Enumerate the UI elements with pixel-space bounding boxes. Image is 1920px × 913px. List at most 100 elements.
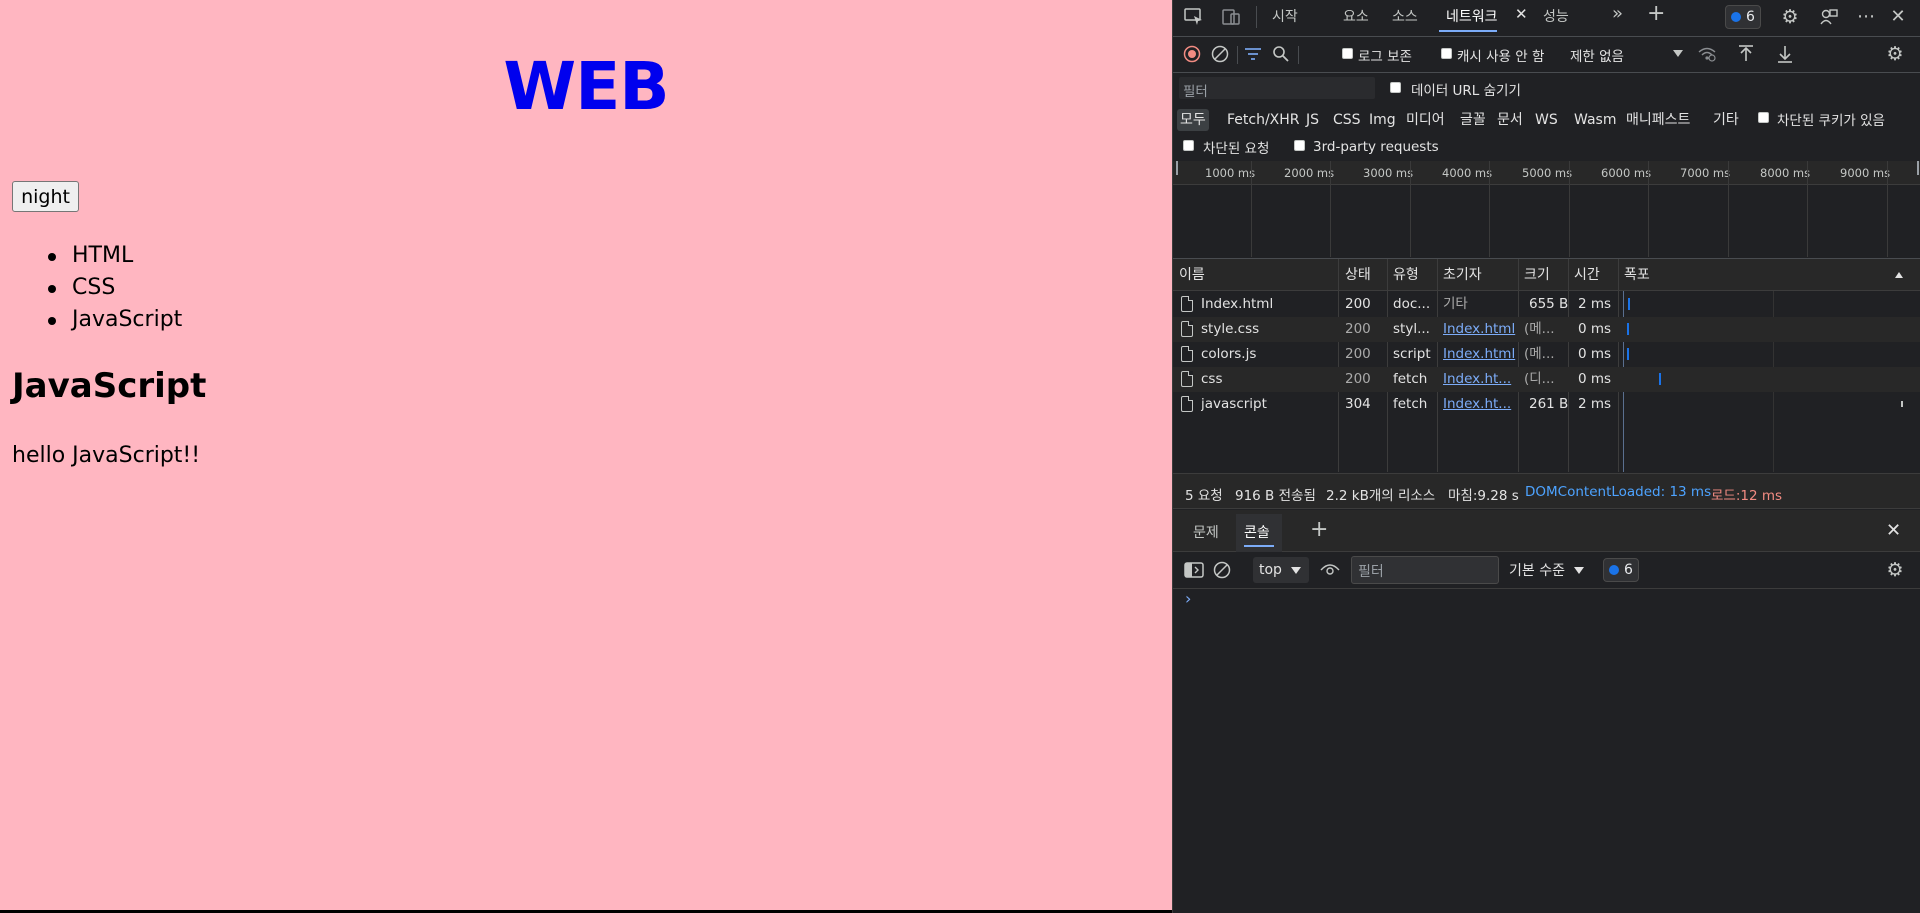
type-filter-img[interactable]: Img	[1366, 109, 1399, 131]
type-filter-ws[interactable]: WS	[1532, 109, 1561, 131]
close-drawer-icon[interactable]: ✕	[1886, 520, 1901, 541]
filter-input[interactable]: 필터	[1179, 77, 1375, 100]
blocked-requests-checkbox[interactable]	[1183, 140, 1194, 151]
tab-console[interactable]: 콘솔	[1244, 522, 1270, 542]
clear-console-icon[interactable]	[1212, 560, 1232, 580]
network-conditions-icon[interactable]	[1697, 44, 1717, 64]
waterfall-bar	[1627, 348, 1629, 360]
blocked-cookies-checkbox[interactable]	[1758, 112, 1769, 123]
waterfall-bar	[1628, 298, 1630, 310]
import-har-icon[interactable]	[1736, 44, 1756, 64]
record-icon[interactable]	[1182, 44, 1202, 64]
hide-data-urls-label: 데이터 URL 숨기기	[1411, 83, 1521, 99]
column-initiator[interactable]: 초기자	[1443, 259, 1482, 291]
table-row[interactable]: javascript 304 fetch Index.ht... 261 B 2…	[1173, 392, 1920, 417]
console-filter-input[interactable]: 필터	[1351, 556, 1499, 584]
console-settings-icon[interactable]: ⚙	[1884, 559, 1906, 581]
more-options-icon[interactable]: ⋯	[1855, 5, 1877, 27]
content-title: JavaScript	[12, 366, 207, 406]
more-tabs-icon[interactable]: »	[1612, 3, 1623, 24]
live-expression-eye-icon[interactable]	[1319, 560, 1341, 580]
tick-label: 6000 ms	[1601, 166, 1652, 180]
clear-icon[interactable]	[1210, 44, 1230, 64]
tab-network[interactable]: 네트워크	[1446, 6, 1498, 26]
column-time[interactable]: 시간	[1574, 259, 1600, 291]
tick-label: 4000 ms	[1442, 166, 1493, 180]
export-har-icon[interactable]	[1775, 44, 1795, 64]
search-icon[interactable]	[1271, 44, 1291, 64]
type-filter-fetch-xhr[interactable]: Fetch/XHR	[1224, 109, 1303, 131]
issues-badge[interactable]: 6	[1725, 5, 1761, 29]
document-icon	[1181, 371, 1193, 387]
third-party-checkbox[interactable]	[1294, 140, 1305, 151]
drawer-tab-bar: 문제 콘솔 + ✕	[1173, 510, 1920, 552]
type-filter-all[interactable]: 모두	[1177, 109, 1209, 131]
throttling-select[interactable]: 제한 없음	[1570, 45, 1624, 65]
tab-elements[interactable]: 요소	[1343, 6, 1369, 26]
column-waterfall[interactable]: 폭포	[1624, 259, 1650, 291]
tick-label: 1000 ms	[1205, 166, 1256, 180]
night-mode-button[interactable]: night	[12, 181, 79, 212]
column-type[interactable]: 유형	[1393, 259, 1419, 291]
filter-icon[interactable]	[1242, 44, 1264, 64]
table-row[interactable]: colors.js 200 script Index.html (메... 0 …	[1173, 342, 1920, 367]
settings-icon[interactable]: ⚙	[1779, 6, 1801, 28]
log-level-select[interactable]: 기본 수준	[1509, 560, 1585, 580]
add-drawer-tab-icon[interactable]: +	[1310, 517, 1328, 542]
close-tab-icon[interactable]: ✕	[1515, 5, 1528, 23]
context-select[interactable]: top	[1253, 557, 1309, 583]
tab-sources[interactable]: 소스	[1392, 6, 1418, 26]
table-row[interactable]: css 200 fetch Index.ht... (디... 0 ms	[1173, 367, 1920, 392]
active-tab-indicator	[1439, 30, 1497, 32]
timeline-left-handle[interactable]	[1176, 161, 1178, 175]
device-toolbar-icon[interactable]	[1221, 6, 1243, 28]
disable-cache-checkbox[interactable]	[1441, 48, 1452, 59]
preserve-log-checkbox[interactable]	[1342, 48, 1353, 59]
devtools-panel: 시작 요소 소스 네트워크 ✕ 성능 » + 6 ⚙ ⋯ ✕ 로그 보존 캐시 …	[1172, 0, 1920, 913]
topic-item-css[interactable]: CSS	[47, 272, 182, 304]
tab-issues[interactable]: 문제	[1193, 522, 1219, 542]
network-settings-icon[interactable]: ⚙	[1884, 43, 1906, 65]
type-filter-doc[interactable]: 문서	[1494, 109, 1526, 131]
add-tab-icon[interactable]: +	[1647, 1, 1665, 26]
tick-label: 3000 ms	[1363, 166, 1414, 180]
load-time: 로드:12 ms	[1711, 488, 1783, 504]
customize-icon[interactable]	[1818, 6, 1840, 28]
timeline-right-handle[interactable]	[1917, 161, 1919, 175]
document-icon	[1181, 346, 1193, 362]
console-sidebar-icon[interactable]	[1183, 560, 1205, 580]
page-heading[interactable]: WEB	[0, 48, 1172, 125]
close-devtools-icon[interactable]: ✕	[1887, 5, 1909, 27]
chevron-down-icon[interactable]	[1671, 46, 1685, 60]
timeline-overview[interactable]: 1000 ms 2000 ms 3000 ms 4000 ms 5000 ms …	[1173, 161, 1920, 257]
type-filter-js[interactable]: JS	[1303, 109, 1322, 131]
column-size[interactable]: 크기	[1524, 259, 1550, 291]
third-party-label: 3rd-party requests	[1313, 139, 1439, 155]
finish-time: 마침:9.28 s	[1448, 488, 1519, 504]
console-issues-badge[interactable]: 6	[1603, 558, 1639, 582]
console-drawer: 문제 콘솔 + ✕ top 필터 기본 수준 6 ⚙ ›	[1173, 510, 1920, 913]
chevron-down-icon	[1574, 567, 1585, 574]
type-filter-font[interactable]: 글꼴	[1457, 109, 1489, 131]
type-filter-css[interactable]: CSS	[1330, 109, 1364, 131]
type-filter-manifest[interactable]: 매니페스트	[1623, 109, 1693, 131]
tab-welcome[interactable]: 시작	[1272, 6, 1298, 26]
console-prompt[interactable]: ›	[1185, 589, 1191, 608]
topic-item-html[interactable]: HTML	[47, 240, 182, 272]
active-drawer-tab-indicator	[1244, 545, 1274, 547]
table-row[interactable]: style.css 200 styl... Index.html (메... 0…	[1173, 317, 1920, 342]
type-filter-wasm[interactable]: Wasm	[1571, 109, 1619, 131]
type-filter-media[interactable]: 미디어	[1403, 109, 1448, 131]
sort-ascending-icon[interactable]	[1893, 269, 1905, 281]
table-row[interactable]: Index.html 200 doc... 기타 655 B 2 ms	[1173, 292, 1920, 317]
type-filter-other[interactable]: 기타	[1710, 109, 1742, 131]
tick-label: 7000 ms	[1680, 166, 1731, 180]
inspect-element-icon[interactable]	[1183, 6, 1205, 28]
document-icon	[1181, 396, 1193, 412]
topic-item-javascript[interactable]: JavaScript	[47, 304, 182, 336]
tab-performance[interactable]: 성능	[1543, 6, 1569, 26]
request-count: 5 요청	[1185, 488, 1223, 504]
hide-data-urls-checkbox[interactable]	[1390, 82, 1401, 93]
column-name[interactable]: 이름	[1179, 259, 1205, 291]
column-status[interactable]: 상태	[1345, 259, 1371, 291]
